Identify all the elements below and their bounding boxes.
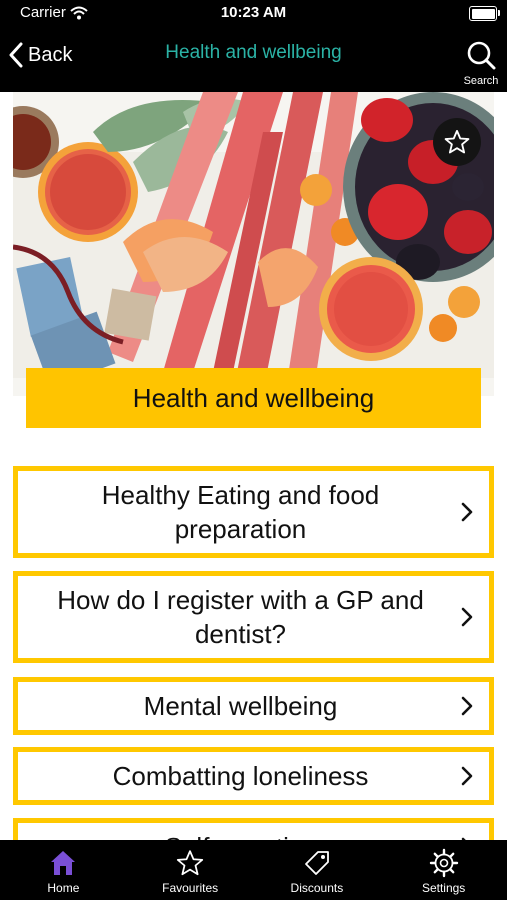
list-item-label: Combatting loneliness xyxy=(112,761,369,791)
tab-favourites[interactable]: Favourites xyxy=(127,840,254,900)
chevron-right-icon xyxy=(461,696,473,716)
chevron-right-icon xyxy=(461,766,473,786)
tag-icon xyxy=(304,851,329,875)
list-item-register-gp[interactable]: How do I register with a GP and dentist? xyxy=(13,571,494,663)
search-button[interactable]: Search xyxy=(461,40,501,87)
list-item-mental-wellbeing[interactable]: Mental wellbeing xyxy=(13,677,494,735)
tab-settings[interactable]: Settings xyxy=(380,840,507,900)
fruit-rhubarb-illustration xyxy=(13,92,494,396)
tab-label: Favourites xyxy=(162,881,219,895)
tab-discounts[interactable]: Discounts xyxy=(254,840,381,900)
clock: 10:23 AM xyxy=(220,4,287,21)
page-title: Health and wellbeing xyxy=(165,42,342,63)
section-banner: Health and wellbeing xyxy=(26,368,481,428)
tab-label: Discounts xyxy=(290,881,344,895)
list-item-healthy-eating[interactable]: Healthy Eating and food preparation xyxy=(13,466,494,558)
chevron-right-icon xyxy=(461,607,473,627)
house-icon xyxy=(51,851,76,875)
list-item-label: Healthy Eating and food preparation xyxy=(101,480,380,544)
tab-label: Settings xyxy=(421,881,466,895)
list-item-label: How do I register with a GP and dentist? xyxy=(57,585,424,649)
list-item-combatting-loneliness[interactable]: Combatting loneliness xyxy=(13,747,494,805)
battery-icon xyxy=(469,6,500,21)
status-bar: Carrier 10:23 AM xyxy=(0,0,507,28)
tab-bar: Home Favourites Discounts Settings xyxy=(0,840,507,900)
tab-home[interactable]: Home xyxy=(0,840,127,900)
search-label: Search xyxy=(463,75,499,87)
star-outline-icon xyxy=(444,129,470,154)
gear-icon xyxy=(429,848,458,878)
chevron-right-icon xyxy=(461,502,473,522)
favourite-button[interactable] xyxy=(433,118,481,166)
tab-label: Home xyxy=(47,881,80,895)
star-icon xyxy=(177,850,204,876)
hero-image xyxy=(13,92,494,396)
navigation-bar: Back Health and wellbeing Search xyxy=(0,28,507,92)
list-item-label: Mental wellbeing xyxy=(143,691,338,721)
search-icon xyxy=(467,41,496,70)
